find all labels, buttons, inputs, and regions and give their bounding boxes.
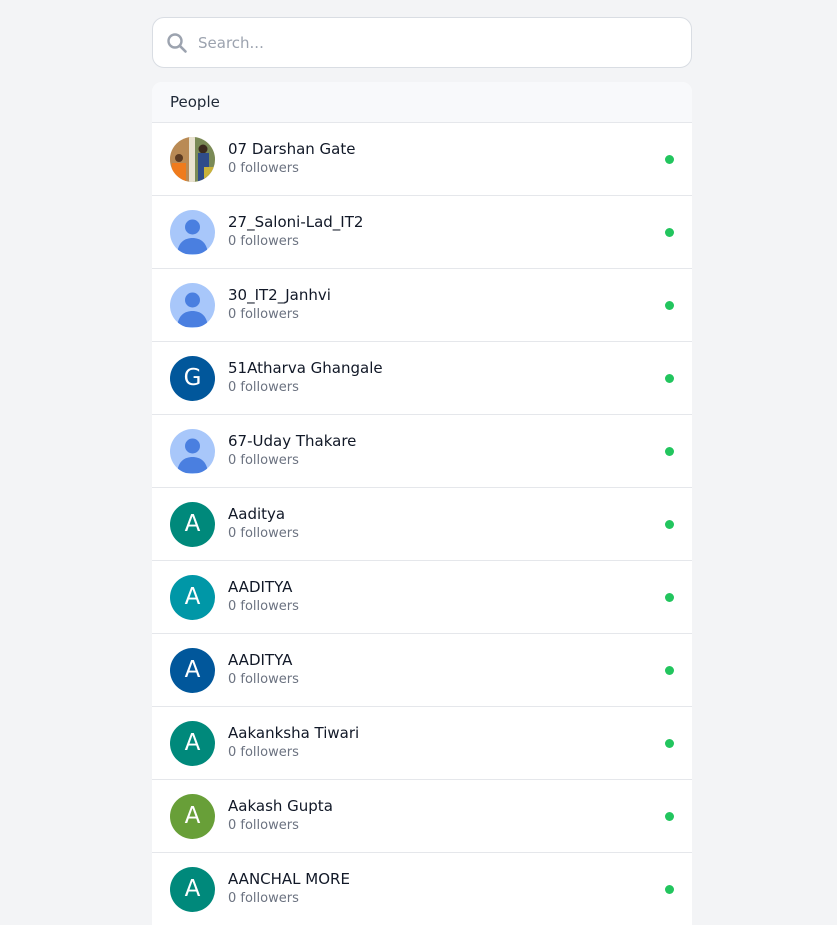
search-input[interactable] [198, 33, 638, 52]
person-name[interactable]: 07 Darshan Gate [228, 140, 355, 159]
person-name[interactable]: Aaditya [228, 505, 299, 524]
people-panel: People 07 Darshan Gate 0 followers 27_Salo… [152, 82, 692, 925]
online-status-dot [665, 155, 674, 164]
follower-count: 0 followers [228, 380, 299, 395]
follower-count: 0 followers [228, 672, 299, 687]
search-bar[interactable] [152, 17, 692, 68]
person-name[interactable]: AANCHAL MORE [228, 870, 350, 889]
search-icon [166, 32, 188, 54]
avatar: A [170, 501, 215, 547]
list-item[interactable]: A Aaditya 0 followers [152, 487, 692, 560]
online-status-dot [665, 301, 674, 310]
follower-count: 0 followers [228, 161, 299, 176]
person-name[interactable]: Aakash Gupta [228, 797, 333, 816]
online-status-dot [665, 666, 674, 675]
person-info: AADITYA 0 followers [228, 651, 299, 689]
avatar: A [170, 866, 215, 912]
panel-title: People [152, 82, 692, 122]
list-item[interactable]: A Aakash Gupta 0 followers [152, 779, 692, 852]
online-status-dot [665, 885, 674, 894]
follower-count: 0 followers [228, 745, 299, 760]
person-info: Aakash Gupta 0 followers [228, 797, 333, 835]
person-info: 30_IT2_Janhvi 0 followers [228, 286, 331, 324]
avatar: A [170, 720, 215, 766]
follower-count: 0 followers [228, 818, 299, 833]
online-status-dot [665, 228, 674, 237]
follower-count: 0 followers [228, 453, 299, 468]
avatar-photo [170, 136, 215, 182]
person-info: 51Atharva Ghangale 0 followers [228, 359, 383, 397]
person-info: AANCHAL MORE 0 followers [228, 870, 350, 908]
list-item[interactable]: A AADITYA 0 followers [152, 560, 692, 633]
online-status-dot [665, 812, 674, 821]
follower-count: 0 followers [228, 526, 299, 541]
default-user-icon [170, 428, 215, 474]
person-name[interactable]: 30_IT2_Janhvi [228, 286, 331, 305]
follower-count: 0 followers [228, 891, 299, 906]
list-item[interactable]: A Aakanksha Tiwari 0 followers [152, 706, 692, 779]
person-info: Aakanksha Tiwari 0 followers [228, 724, 359, 762]
person-name[interactable]: AADITYA [228, 578, 299, 597]
person-name[interactable]: 67-Uday Thakare [228, 432, 356, 451]
default-user-icon [170, 282, 215, 328]
follower-count: 0 followers [228, 599, 299, 614]
person-info: 67-Uday Thakare 0 followers [228, 432, 356, 470]
person-name[interactable]: 51Atharva Ghangale [228, 359, 383, 378]
follower-count: 0 followers [228, 234, 299, 249]
people-list: 07 Darshan Gate 0 followers 27_Saloni-Lad_… [152, 122, 692, 925]
people-page: People 07 Darshan Gate0 followers27_Salo… [152, 17, 692, 925]
list-item[interactable]: A AANCHAL MORE 0 followers [152, 852, 692, 925]
default-user-icon [170, 209, 215, 255]
person-name[interactable]: 27_Saloni-Lad_IT2 [228, 213, 363, 232]
follower-count: 0 followers [228, 307, 299, 322]
list-item[interactable]: G 51Atharva Ghangale 0 followers [152, 341, 692, 414]
person-name[interactable]: AADITYA [228, 651, 299, 670]
person-info: 27_Saloni-Lad_IT2 0 followers [228, 213, 363, 251]
avatar: A [170, 647, 215, 693]
online-status-dot [665, 593, 674, 602]
online-status-dot [665, 374, 674, 383]
list-item[interactable]: 07 Darshan Gate 0 followers [152, 122, 692, 195]
list-item[interactable]: A AADITYA 0 followers [152, 633, 692, 706]
avatar: G [170, 355, 215, 401]
person-info: AADITYA 0 followers [228, 578, 299, 616]
online-status-dot [665, 520, 674, 529]
list-item[interactable]: 30_IT2_Janhvi 0 followers [152, 268, 692, 341]
person-info: 07 Darshan Gate 0 followers [228, 140, 355, 178]
person-info: Aaditya 0 followers [228, 505, 299, 543]
list-item[interactable]: 67-Uday Thakare 0 followers [152, 414, 692, 487]
online-status-dot [665, 739, 674, 748]
avatar: A [170, 793, 215, 839]
avatar: A [170, 574, 215, 620]
list-item[interactable]: 27_Saloni-Lad_IT2 0 followers [152, 195, 692, 268]
online-status-dot [665, 447, 674, 456]
person-name[interactable]: Aakanksha Tiwari [228, 724, 359, 743]
